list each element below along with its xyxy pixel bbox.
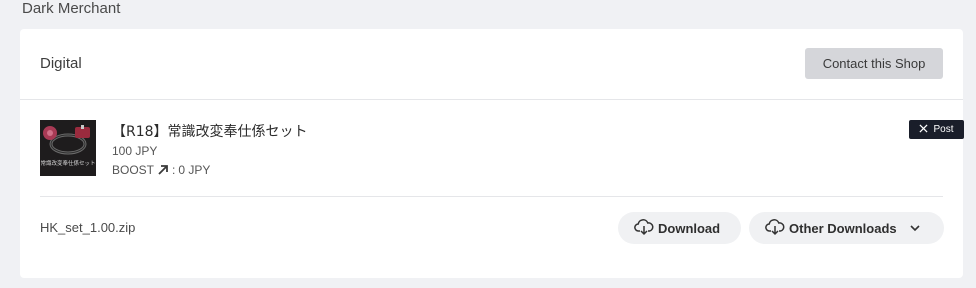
contact-shop-label: Contact this Shop [822, 56, 926, 71]
file-name: HK_set_1.00.zip [40, 220, 136, 235]
download-label: Download [658, 220, 721, 236]
boost-value: 0 JPY [178, 163, 211, 177]
product-title[interactable]: 【R18】常識改変奉仕係セット [112, 121, 308, 141]
post-to-x-button[interactable]: Post [909, 120, 964, 139]
boost-info: BOOST : 0 JPY [112, 163, 210, 177]
section-title: Digital [40, 55, 82, 72]
product-price: 100 JPY [112, 144, 158, 158]
post-label: Post [933, 124, 954, 135]
x-logo-icon [919, 123, 929, 136]
item-divider [40, 196, 943, 197]
product-thumbnail[interactable]: 常識改変奉仕係セット [40, 120, 96, 176]
download-button[interactable]: Download [618, 212, 741, 244]
contact-shop-button[interactable]: Contact this Shop [805, 48, 943, 79]
chevron-down-icon [909, 224, 921, 232]
product-item: 常識改変奉仕係セット 【R18】常識改変奉仕係セット 100 JPY BOOST… [40, 119, 964, 177]
boost-label: BOOST [112, 163, 155, 177]
card-header: Digital Contact this Shop [20, 29, 963, 100]
boost-separator: : [172, 163, 176, 177]
arrow-up-right-icon [157, 164, 169, 176]
other-downloads-label: Other Downloads [789, 220, 897, 236]
product-thumbnail-art: 常識改変奉仕係セット [40, 120, 96, 176]
thumbnail-caption: 常識改変奉仕係セット [40, 159, 95, 167]
cloud-download-icon [634, 218, 654, 239]
digital-section-card: Digital Contact this Shop 常識改変奉仕係セット 【R1… [20, 29, 964, 278]
shop-name: Dark Merchant [22, 0, 121, 17]
cloud-download-icon [765, 218, 785, 239]
other-downloads-button[interactable]: Other Downloads [749, 212, 944, 244]
